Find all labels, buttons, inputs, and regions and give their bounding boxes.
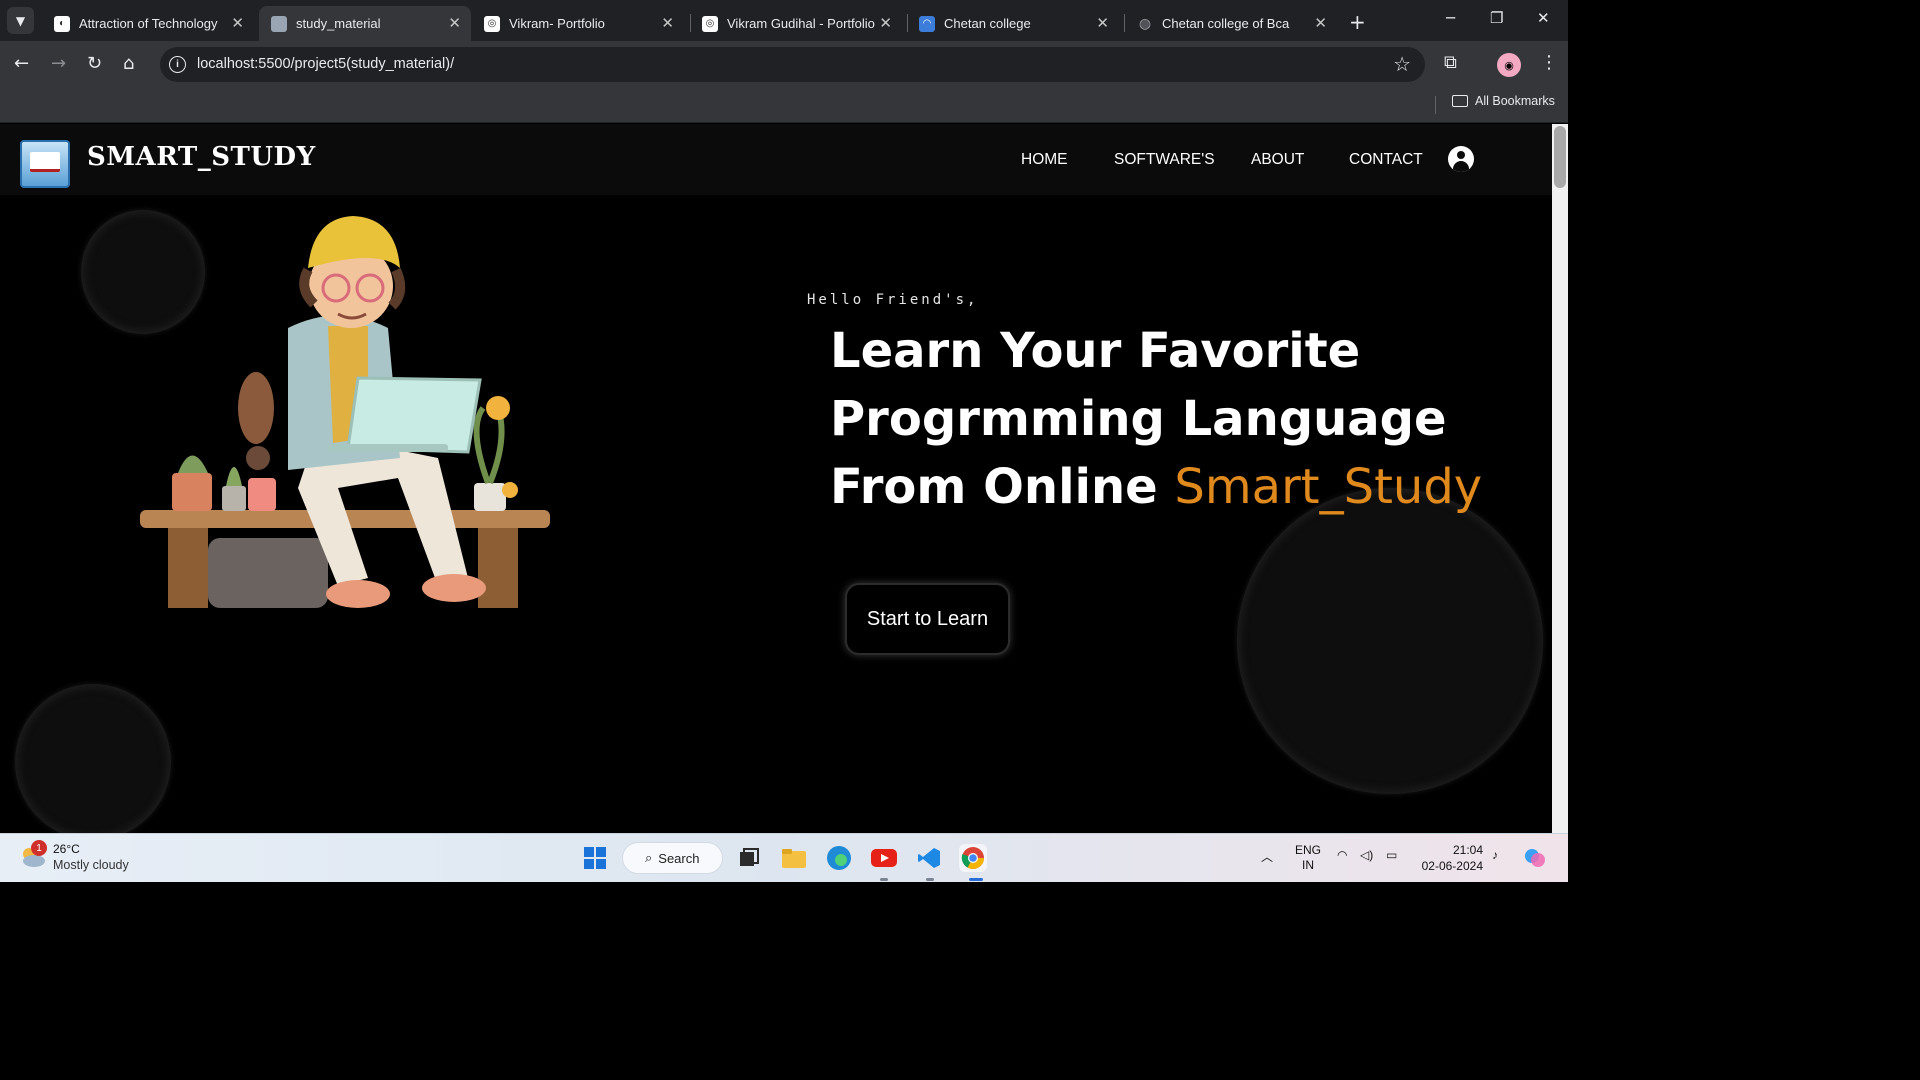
page-viewport: SMART_STUDY HOME SOFTWARE'S ABOUT CONTAC… xyxy=(0,124,1552,833)
clock-time: 21:04 xyxy=(1452,843,1483,857)
tab-title: Vikram- Portfolio xyxy=(509,16,605,31)
bookmark-star-icon[interactable]: ☆ xyxy=(1393,52,1411,76)
restore-icon[interactable]: ❐ xyxy=(1490,9,1503,27)
scrollbar-thumb[interactable] xyxy=(1554,126,1566,188)
decorative-bubble xyxy=(1237,488,1543,794)
site-favicon-icon: ◎ xyxy=(484,15,500,32)
close-icon[interactable]: ✕ xyxy=(1096,14,1109,32)
headline-line-1: Learn Your Favorite xyxy=(830,323,1361,379)
tab-strip: ▼ ◐ Attraction of Technology ✕ study_mat… xyxy=(0,0,1568,41)
all-bookmarks-label: All Bookmarks xyxy=(1475,94,1555,108)
windows-taskbar: 1 26°C Mostly cloudy ⌕ Search ︿ ENG IN ◠… xyxy=(0,833,1568,882)
extensions-puzzle-icon[interactable]: ⧉ xyxy=(1444,52,1457,73)
volume-icon[interactable]: ◁) xyxy=(1360,848,1373,862)
hero-headline: Learn Your Favorite Progrmming Language … xyxy=(830,317,1482,521)
headline-line-3: From Online Smart_Study xyxy=(830,453,1482,521)
site-navbar: SMART_STUDY HOME SOFTWARE'S ABOUT CONTAC… xyxy=(0,124,1552,195)
taskbar-search-label: Search xyxy=(658,850,700,866)
chevron-down-icon: ▼ xyxy=(15,13,26,28)
headline-brand-accent: Smart_Study xyxy=(1174,459,1483,515)
nav-softwares[interactable]: SOFTWARE'S xyxy=(1114,151,1215,169)
decorative-bubble xyxy=(15,684,171,833)
site-info-icon[interactable]: i xyxy=(169,56,186,73)
youtube-app-icon[interactable] xyxy=(870,844,898,872)
tab-title: Attraction of Technology xyxy=(79,16,218,31)
search-icon: ⌕ xyxy=(645,850,653,865)
close-icon[interactable]: ✕ xyxy=(661,14,674,32)
back-arrow-icon[interactable]: ← xyxy=(14,53,29,74)
windows-start-icon[interactable] xyxy=(581,844,609,872)
system-clock[interactable]: 21:04 02-06-2024 xyxy=(1419,842,1483,874)
folder-icon xyxy=(1452,95,1468,107)
battery-icon[interactable]: ▭ xyxy=(1386,848,1397,862)
site-favicon-icon xyxy=(271,15,287,32)
tab-vikram-portfolio[interactable]: ◎ Vikram- Portfolio ✕ xyxy=(472,6,684,41)
all-bookmarks-button[interactable]: All Bookmarks xyxy=(1452,94,1555,108)
copilot-icon[interactable] xyxy=(1521,844,1549,872)
nav-about[interactable]: ABOUT xyxy=(1251,151,1304,169)
window-close-icon[interactable]: ✕ xyxy=(1537,9,1550,27)
nav-contact[interactable]: CONTACT xyxy=(1349,151,1423,169)
start-to-learn-button[interactable]: Start to Learn xyxy=(845,583,1010,655)
site-favicon-icon: ◠ xyxy=(919,15,935,32)
headline-line-3-prefix: From Online xyxy=(830,459,1158,515)
close-icon[interactable]: ✕ xyxy=(879,14,892,32)
notification-bell-icon[interactable]: ♪ xyxy=(1492,848,1498,862)
user-account-icon[interactable] xyxy=(1448,146,1474,172)
nav-home[interactable]: HOME xyxy=(1021,151,1068,169)
tab-title: Chetan college of Bca xyxy=(1162,16,1290,31)
clock-date: 02-06-2024 xyxy=(1421,859,1483,873)
weather-temperature[interactable]: 26°C xyxy=(53,842,80,856)
file-explorer-icon[interactable] xyxy=(780,844,808,872)
bookmarks-divider xyxy=(1435,96,1436,114)
region-code: IN xyxy=(1302,858,1314,872)
new-tab-plus-icon[interactable]: + xyxy=(1349,10,1366,34)
taskbar-search[interactable]: ⌕ Search xyxy=(622,842,723,874)
browser-toolbar: ← → ↻ ⌂ i localhost:5500/project5(study_… xyxy=(0,41,1568,88)
reload-icon[interactable]: ↻ xyxy=(87,53,102,74)
weather-description[interactable]: Mostly cloudy xyxy=(53,858,129,872)
site-favicon-icon: ◐ xyxy=(54,15,70,32)
language-code: ENG xyxy=(1295,843,1322,857)
profile-avatar[interactable]: ◉ xyxy=(1497,53,1521,77)
book-logo-icon[interactable] xyxy=(20,140,70,188)
tab-chetan-college[interactable]: ◠ Chetan college ✕ xyxy=(907,6,1119,41)
address-bar[interactable]: i localhost:5500/project5(study_material… xyxy=(160,47,1425,82)
minimize-icon[interactable]: ─ xyxy=(1446,9,1455,27)
tab-search-button[interactable]: ▼ xyxy=(7,7,34,34)
show-hidden-icons-chevron-up-icon[interactable]: ︿ xyxy=(1261,848,1273,865)
forward-arrow-icon[interactable]: → xyxy=(51,53,66,74)
tab-title: Chetan college xyxy=(944,16,1031,31)
wifi-icon[interactable]: ◠ xyxy=(1337,848,1347,862)
chrome-browser-icon[interactable] xyxy=(959,844,987,872)
tab-vikram-gudihal-portfolio[interactable]: ◎ Vikram Gudihal - Portfolio ✕ xyxy=(690,6,902,41)
close-icon[interactable]: ✕ xyxy=(1314,14,1327,32)
address-url[interactable]: localhost:5500/project5(study_material)/ xyxy=(197,56,454,72)
more-menu-icon[interactable]: ⋮ xyxy=(1540,52,1558,73)
input-language[interactable]: ENG IN xyxy=(1295,843,1321,873)
vscode-icon[interactable] xyxy=(915,844,943,872)
running-indicator xyxy=(880,878,888,881)
tab-title: Vikram Gudihal - Portfolio xyxy=(727,16,875,31)
close-icon[interactable]: ✕ xyxy=(448,14,461,32)
edge-browser-icon[interactable] xyxy=(825,844,853,872)
task-view-icon[interactable] xyxy=(735,844,763,872)
weather-notification-badge: 1 xyxy=(31,840,47,856)
globe-icon: ◍ xyxy=(1138,15,1152,31)
hero-greeting: Hello Friend's, xyxy=(807,292,979,308)
tab-title: study_material xyxy=(296,16,381,31)
page-scrollbar[interactable] xyxy=(1552,124,1568,833)
active-app-indicator xyxy=(969,878,983,881)
site-brand[interactable]: SMART_STUDY xyxy=(87,142,316,172)
headline-line-2: Progrmming Language xyxy=(830,391,1447,447)
tab-attraction-of-technology[interactable]: ◐ Attraction of Technology ✕ xyxy=(42,6,254,41)
home-icon[interactable]: ⌂ xyxy=(123,53,134,74)
tab-chetan-college-of-bca[interactable]: ◍ Chetan college of Bca ✕ xyxy=(1125,6,1337,41)
tab-study-material[interactable]: study_material ✕ xyxy=(259,6,471,41)
site-favicon-icon: ◎ xyxy=(702,15,718,32)
close-icon[interactable]: ✕ xyxy=(231,14,244,32)
running-indicator xyxy=(926,878,934,881)
student-with-laptop-illustration xyxy=(140,216,550,608)
bookmarks-bar: All Bookmarks xyxy=(0,88,1568,123)
